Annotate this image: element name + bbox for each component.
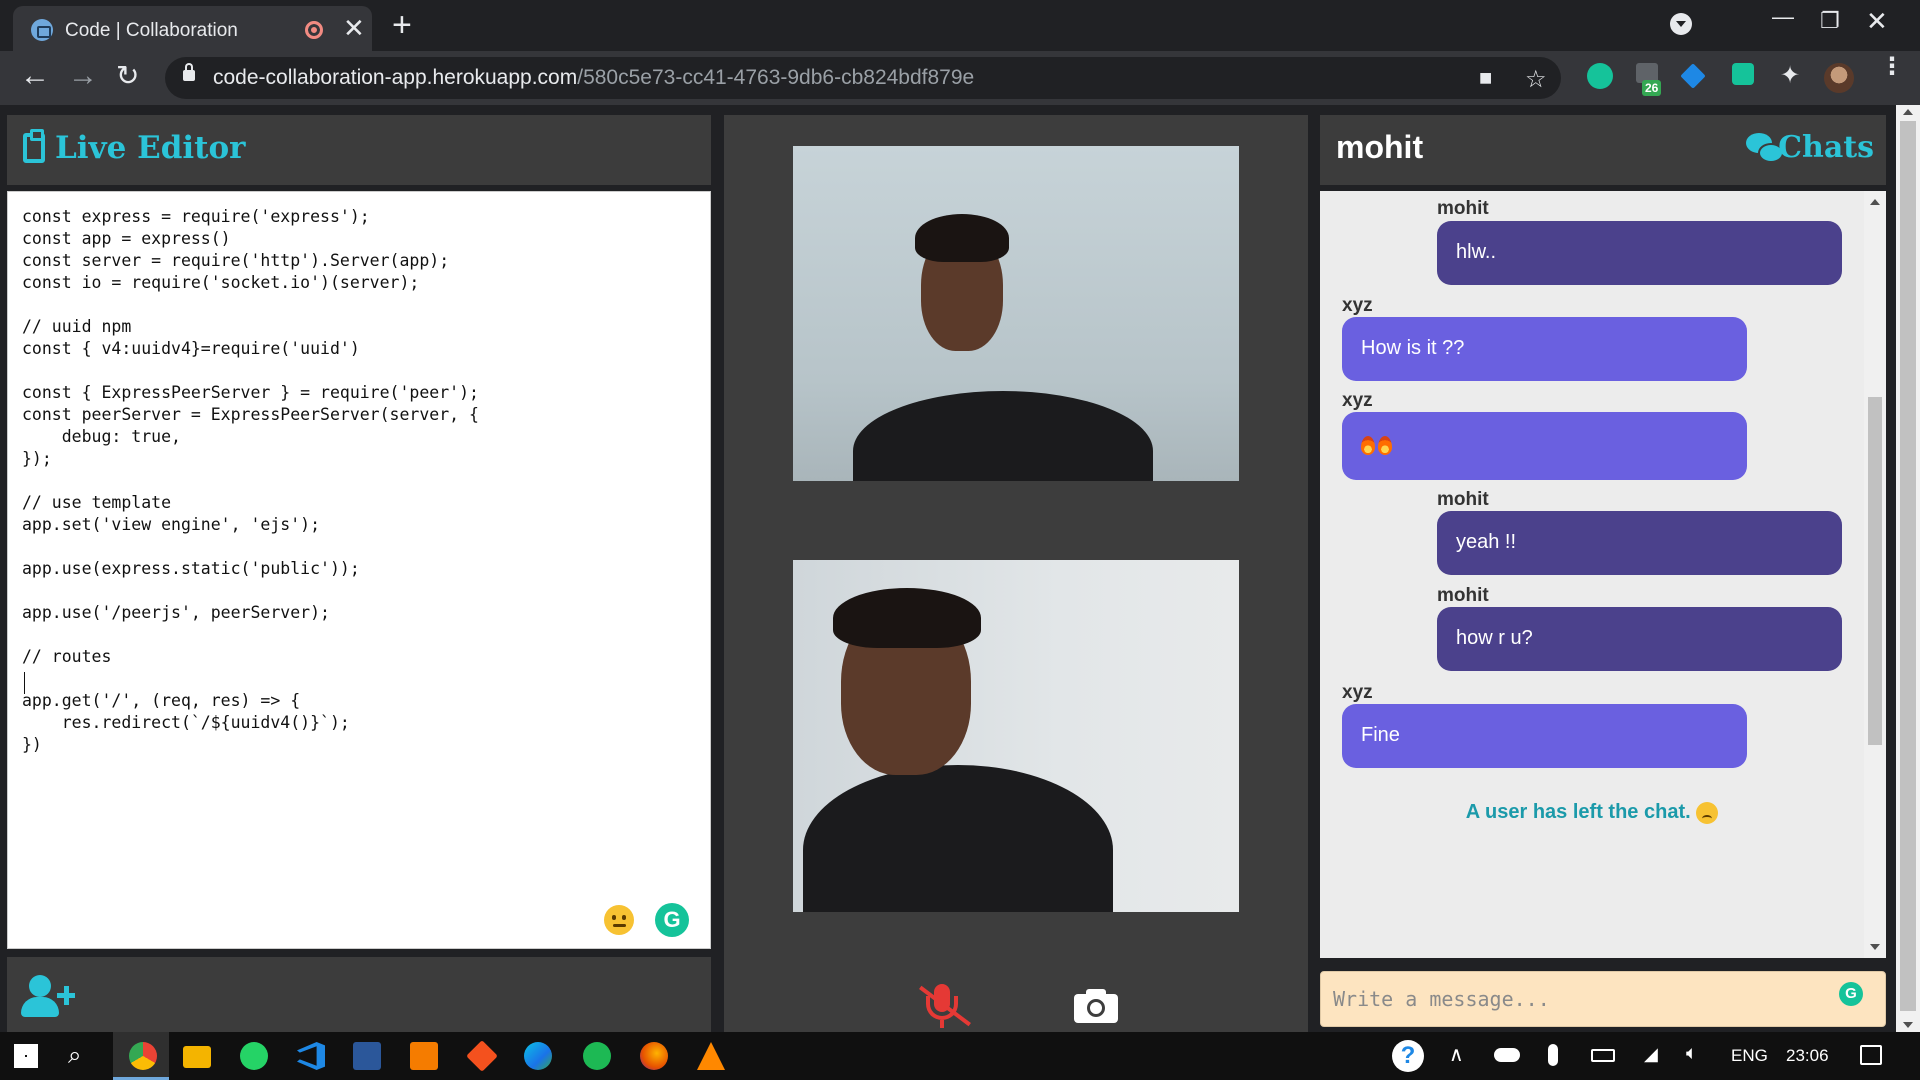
bookmark-star-icon[interactable]: ☆ xyxy=(1525,65,1547,94)
edge-icon[interactable] xyxy=(524,1042,552,1070)
editor-footer xyxy=(7,957,711,1032)
browser-tab-bar: Code | Collaboration ✕ + — ❐ ✕ xyxy=(0,0,1920,51)
gem-extension-icon[interactable] xyxy=(1680,63,1706,89)
chat-message: How is it ?? xyxy=(1342,317,1747,381)
video-panel xyxy=(724,115,1308,1032)
file-explorer-icon[interactable] xyxy=(183,1046,211,1068)
chats-title: Chats xyxy=(1778,130,1874,165)
scroll-down-icon[interactable] xyxy=(1870,944,1880,950)
code-content: const express = require('express'); cons… xyxy=(22,207,479,754)
message-sender: xyz xyxy=(1342,682,1373,703)
chat-input-container: G xyxy=(1320,971,1886,1027)
chat-messages[interactable]: mohit hlw.. xyz How is it ?? xyz mohit y… xyxy=(1320,191,1886,958)
system-message: A user has left the chat. xyxy=(1320,801,1864,824)
git-icon[interactable] xyxy=(466,1040,498,1072)
local-video xyxy=(793,560,1239,912)
windows-taskbar: ⌕ ? ∧ ◢ 🔈︎ ENG 23:06 xyxy=(0,1032,1920,1080)
tab-title: Code | Collaboration xyxy=(65,20,238,41)
browser-toolbar: ← → ↻ code-collaboration-app.herokuapp.c… xyxy=(0,51,1920,105)
word-icon[interactable] xyxy=(353,1042,381,1070)
sad-face-emoji-icon xyxy=(1696,801,1719,824)
fire-emoji-icon xyxy=(1378,436,1392,456)
neutral-face-emoji-icon xyxy=(604,905,634,935)
vscode-icon[interactable] xyxy=(297,1042,325,1070)
chat-message: hlw.. xyxy=(1437,221,1842,285)
wifi-icon[interactable]: ◢ xyxy=(1644,1044,1658,1065)
browser-menu-icon[interactable]: ⋮ xyxy=(1880,55,1904,79)
editor-header: Live Editor xyxy=(7,115,711,185)
tab-search-icon[interactable] xyxy=(1670,13,1692,35)
grammarly-icon[interactable]: G xyxy=(655,903,689,937)
scrollbar-thumb[interactable] xyxy=(1868,397,1882,745)
scroll-down-icon[interactable] xyxy=(1903,1022,1913,1028)
chat-header: mohit Chats xyxy=(1320,115,1886,185)
chat-message: yeah !! xyxy=(1437,511,1842,575)
new-tab-button[interactable]: + xyxy=(392,8,412,42)
extension-badge: 26 xyxy=(1642,80,1662,96)
chat-message-input[interactable] xyxy=(1321,972,1885,1026)
clock[interactable]: 23:06 xyxy=(1786,1046,1829,1066)
fire-emoji-icon xyxy=(1361,436,1375,456)
page-scrollbar[interactable] xyxy=(1896,105,1920,1032)
add-user-icon[interactable] xyxy=(21,975,77,1021)
message-sender: mohit xyxy=(1437,489,1489,510)
whatsapp-icon[interactable] xyxy=(240,1042,268,1070)
message-sender: mohit xyxy=(1437,198,1489,219)
message-sender: mohit xyxy=(1437,585,1489,606)
onedrive-icon[interactable] xyxy=(1494,1048,1520,1062)
microphone-icon[interactable] xyxy=(1548,1044,1558,1066)
remote-video xyxy=(793,146,1239,481)
notifications-icon[interactable] xyxy=(1860,1045,1882,1065)
chat-message: how r u? xyxy=(1437,607,1842,671)
profile-avatar[interactable] xyxy=(1824,63,1854,93)
forward-button[interactable]: → xyxy=(68,61,98,91)
runner-extension-icon[interactable] xyxy=(1732,63,1754,85)
spotify-icon[interactable] xyxy=(583,1042,611,1070)
language-indicator[interactable]: ENG xyxy=(1731,1046,1768,1066)
windows-start-icon[interactable] xyxy=(14,1044,38,1068)
message-sender: xyz xyxy=(1342,390,1373,411)
battery-icon[interactable] xyxy=(1591,1049,1615,1062)
clipboard-icon xyxy=(23,129,45,163)
browser-tab[interactable]: Code | Collaboration ✕ xyxy=(13,6,372,51)
chat-message xyxy=(1342,412,1747,480)
scroll-up-icon[interactable] xyxy=(1903,109,1913,115)
reload-button[interactable]: ↻ xyxy=(116,61,139,91)
address-bar[interactable]: code-collaboration-app.herokuapp.com/580… xyxy=(165,57,1561,99)
tray-chevron-icon[interactable]: ∧ xyxy=(1449,1042,1464,1067)
sublime-text-icon[interactable] xyxy=(410,1042,438,1070)
camera-icon[interactable] xyxy=(1074,987,1118,1023)
message-sender: xyz xyxy=(1342,295,1373,316)
back-button[interactable]: ← xyxy=(20,61,50,91)
recording-indicator-icon xyxy=(305,21,323,39)
search-icon[interactable]: ⌕ xyxy=(68,1042,96,1070)
url-text: code-collaboration-app.herokuapp.com/580… xyxy=(213,66,975,89)
code-editor[interactable]: const express = require('express'); cons… xyxy=(7,191,711,949)
camera-in-use-icon[interactable]: ■ xyxy=(1479,65,1492,91)
chat-message: Fine xyxy=(1342,704,1747,768)
grammarly-extension-icon[interactable] xyxy=(1587,63,1613,89)
vlc-icon[interactable] xyxy=(697,1042,725,1070)
close-window-button[interactable]: ✕ xyxy=(1866,6,1888,37)
tab-close-button[interactable]: ✕ xyxy=(343,15,365,41)
scrollbar-thumb[interactable] xyxy=(1900,121,1916,1011)
mute-microphone-icon[interactable] xyxy=(914,982,971,1030)
text-caret xyxy=(24,672,25,694)
editor-title: Live Editor xyxy=(55,130,246,166)
help-icon[interactable]: ? xyxy=(1392,1040,1424,1072)
chat-username: mohit xyxy=(1336,129,1424,165)
extensions-puzzle-icon[interactable]: ✦ xyxy=(1780,61,1800,90)
restore-button[interactable]: ❐ xyxy=(1820,8,1840,34)
minimize-button[interactable]: — xyxy=(1772,4,1794,30)
firefox-icon[interactable] xyxy=(640,1042,668,1070)
lock-icon xyxy=(183,63,195,81)
app-page: Live Editor const express = require('exp… xyxy=(0,105,1896,1032)
site-favicon-icon xyxy=(31,19,53,41)
grammarly-icon[interactable]: G xyxy=(1839,982,1863,1006)
chrome-icon[interactable] xyxy=(129,1042,157,1070)
scroll-up-icon[interactable] xyxy=(1870,199,1880,205)
volume-icon[interactable]: 🔈︎ xyxy=(1686,1043,1697,1065)
chat-scrollbar[interactable] xyxy=(1864,191,1886,958)
